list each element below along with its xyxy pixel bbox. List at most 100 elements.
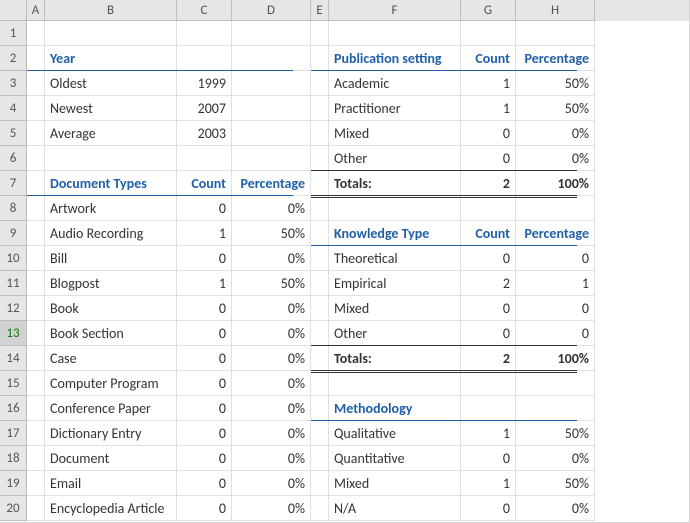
year-header[interactable]: Year [45,46,177,71]
doctypes-label[interactable]: Case [45,346,177,371]
knowledge-count[interactable]: 0 [461,321,516,346]
methodology-pct[interactable]: 0% [516,446,595,471]
year-label[interactable]: Oldest [45,71,177,96]
knowledge-pct[interactable]: 0 [516,296,595,321]
row-header-8[interactable]: 8 [0,196,27,221]
cell[interactable] [27,471,45,496]
doctypes-label[interactable]: Document [45,446,177,471]
pubsetting-totals-count[interactable]: 2 [461,171,516,196]
pubsetting-label[interactable]: Other [329,146,461,171]
pubsetting-header[interactable]: Publication setting [329,46,461,71]
cell[interactable] [329,21,461,46]
row-header-7[interactable]: 7 [0,171,27,196]
doctypes-label[interactable]: Dictionary Entry [45,421,177,446]
doctypes-pct[interactable]: 0% [232,421,311,446]
methodology-label[interactable]: N/A [329,496,461,521]
cell[interactable] [232,46,311,71]
col-header-C[interactable]: C [177,0,232,21]
knowledge-header[interactable]: Knowledge Type [329,221,461,246]
doctypes-pct[interactable]: 0% [232,321,311,346]
cell[interactable] [27,221,45,246]
knowledge-label[interactable]: Other [329,321,461,346]
cell[interactable] [27,396,45,421]
doctypes-label[interactable]: Encyclopedia Article [45,496,177,521]
doctypes-pct[interactable]: 0% [232,396,311,421]
cell[interactable] [311,196,329,221]
cell[interactable] [516,21,595,46]
doctypes-pct[interactable]: 0% [232,346,311,371]
year-value[interactable]: 1999 [177,71,232,96]
row-header-14[interactable]: 14 [0,346,27,371]
knowledge-count[interactable]: 2 [461,271,516,296]
knowledge-label[interactable]: Empirical [329,271,461,296]
doctypes-pct[interactable]: 0% [232,246,311,271]
cell[interactable] [461,396,516,421]
cell[interactable] [311,371,329,396]
col-header-F[interactable]: F [329,0,461,21]
row-header-5[interactable]: 5 [0,121,27,146]
row-header-20[interactable]: 20 [0,496,27,521]
doctypes-pct[interactable]: 0% [232,196,311,221]
methodology-count[interactable]: 0 [461,446,516,471]
row-header-13[interactable]: 13 [0,321,27,346]
row-header-16[interactable]: 16 [0,396,27,421]
methodology-count[interactable]: 1 [461,471,516,496]
doctypes-label[interactable]: Computer Program [45,371,177,396]
cell[interactable] [516,196,595,221]
row-header-18[interactable]: 18 [0,446,27,471]
doctypes-pct[interactable]: 0% [232,371,311,396]
cell[interactable] [311,121,329,146]
cell[interactable] [516,396,595,421]
doctypes-count[interactable]: 1 [177,221,232,246]
cell[interactable] [177,21,232,46]
knowledge-count-header[interactable]: Count [461,221,516,246]
row-header-3[interactable]: 3 [0,71,27,96]
doctypes-count[interactable]: 0 [177,371,232,396]
cell[interactable] [232,121,311,146]
cell[interactable] [27,46,45,71]
doctypes-count[interactable]: 0 [177,196,232,221]
doctypes-count[interactable]: 0 [177,421,232,446]
methodology-label[interactable]: Mixed [329,471,461,496]
pubsetting-count[interactable]: 0 [461,121,516,146]
col-header-H[interactable]: H [516,0,595,21]
doctypes-pct[interactable]: 0% [232,446,311,471]
cell[interactable] [461,371,516,396]
knowledge-totals-count[interactable]: 2 [461,346,516,371]
cell[interactable] [461,21,516,46]
cell[interactable] [311,146,329,171]
pubsetting-pct-header[interactable]: Percentage [516,46,595,71]
col-header-A[interactable]: A [27,0,45,21]
cell[interactable] [311,396,329,421]
year-value[interactable]: 2007 [177,96,232,121]
cell[interactable] [27,121,45,146]
year-label[interactable]: Average [45,121,177,146]
knowledge-label[interactable]: Theoretical [329,246,461,271]
doctypes-count[interactable]: 0 [177,296,232,321]
cell[interactable] [311,346,329,371]
cell[interactable] [232,71,311,96]
row-header-9[interactable]: 9 [0,221,27,246]
doctypes-count[interactable]: 0 [177,446,232,471]
cell[interactable] [311,21,329,46]
cell[interactable] [45,146,177,171]
doctypes-count[interactable]: 1 [177,271,232,296]
doctypes-count[interactable]: 0 [177,321,232,346]
pubsetting-count-header[interactable]: Count [461,46,516,71]
doctypes-pct-header[interactable]: Percentage [232,171,311,196]
doctypes-count-header[interactable]: Count [177,171,232,196]
cell[interactable] [311,96,329,121]
knowledge-count[interactable]: 0 [461,296,516,321]
methodology-label[interactable]: Quantitative [329,446,461,471]
cell[interactable] [329,371,461,396]
cell[interactable] [27,296,45,321]
col-header-B[interactable]: B [45,0,177,21]
cell[interactable] [311,471,329,496]
methodology-pct[interactable]: 0% [516,496,595,521]
cell[interactable] [311,246,329,271]
cell[interactable] [311,46,329,71]
row-header-12[interactable]: 12 [0,296,27,321]
cell[interactable] [311,321,329,346]
doctypes-label[interactable]: Audio Recording [45,221,177,246]
pubsetting-label[interactable]: Mixed [329,121,461,146]
